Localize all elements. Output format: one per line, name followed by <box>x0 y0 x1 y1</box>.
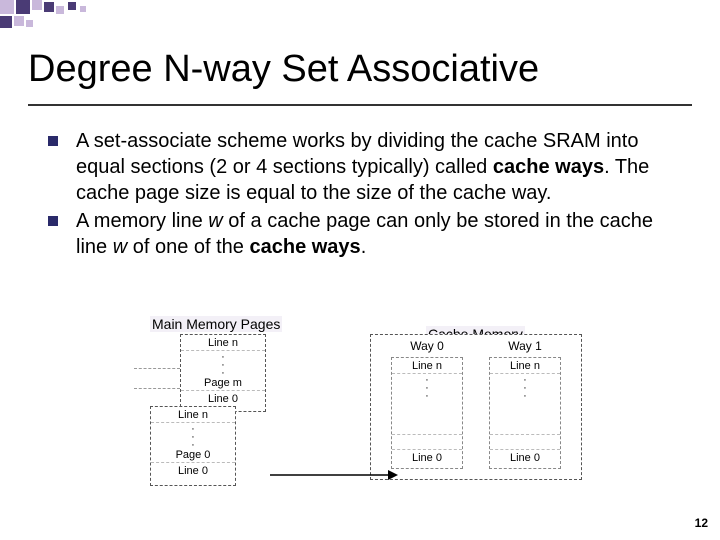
cache-memory-box: Way 0 Way 1 Line n ··· Line 0 Line n ···… <box>370 334 582 480</box>
line-label: Line n <box>151 407 235 423</box>
line-label: Line 0 <box>151 463 235 479</box>
bullet-item: A memory line w of a cache page can only… <box>48 208 668 260</box>
line-label: Line 0 <box>490 450 560 466</box>
dots: ··· <box>490 374 560 434</box>
line-label: Line 0 <box>181 391 265 407</box>
arrow-icon <box>270 460 400 490</box>
cache-way-1: Line n ··· Line 0 <box>489 357 561 469</box>
line-label: Line 0 <box>392 450 462 466</box>
page-label: Page 0 <box>151 447 235 463</box>
way1-label: Way 1 <box>489 339 561 353</box>
slide-title: Degree N-way Set Associative <box>28 48 539 91</box>
bullet-item: A set-associate scheme works by dividing… <box>48 128 668 206</box>
memory-page-m: Line n ··· Page m Line 0 <box>180 334 266 412</box>
dots: ··· <box>151 423 235 447</box>
bullet-text: A memory line w of a cache page can only… <box>76 208 668 260</box>
line-label: Line n <box>392 358 462 374</box>
title-underline <box>28 104 692 106</box>
line-label: Line n <box>181 335 265 351</box>
line-label: Line n <box>490 358 560 374</box>
bullet-text: A set-associate scheme works by dividing… <box>76 128 668 206</box>
bullet-icon <box>48 216 58 226</box>
cache-way-0: Line n ··· Line 0 <box>391 357 463 469</box>
dots: ··· <box>181 351 265 375</box>
main-memory-label: Main Memory Pages <box>150 316 282 332</box>
dots: ··· <box>392 374 462 434</box>
content-area: A set-associate scheme works by dividing… <box>48 128 668 262</box>
page-label: Page m <box>181 375 265 391</box>
diagram: Main Memory Pages Line n ··· Page m Line… <box>120 320 620 510</box>
bullet-icon <box>48 136 58 146</box>
decorative-corner <box>0 0 200 40</box>
page-number: 12 <box>695 516 708 530</box>
memory-page-0: Line n ··· Page 0 Line 0 <box>150 406 236 486</box>
empty-line <box>392 434 462 450</box>
way0-label: Way 0 <box>391 339 463 353</box>
empty-line <box>490 434 560 450</box>
